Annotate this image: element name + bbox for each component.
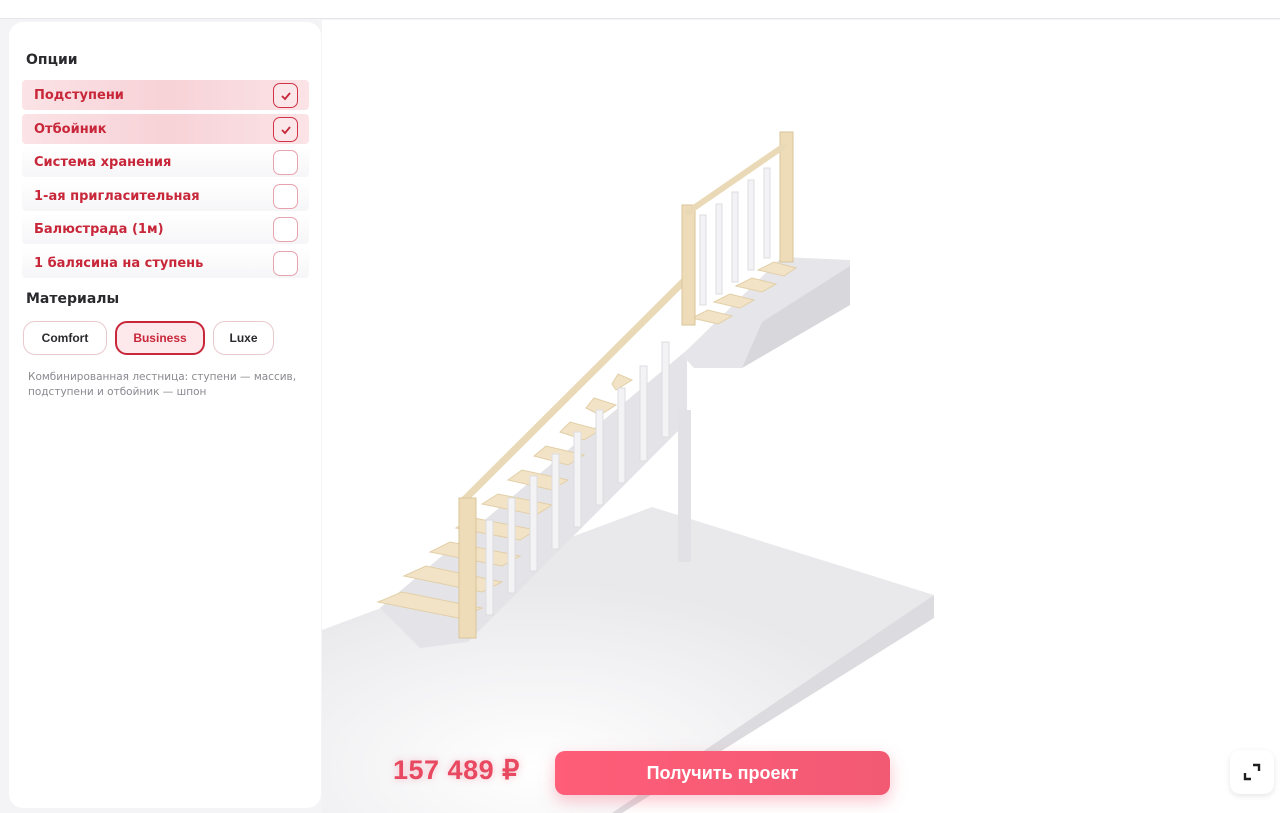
check-icon (280, 125, 291, 134)
staircase-render (322, 131, 934, 813)
staircase-3d-viewport[interactable] (322, 20, 1280, 813)
option-first-step[interactable]: 1-ая пригласительная (22, 181, 309, 211)
option-label: Подступени (34, 87, 124, 103)
material-comfort-button[interactable]: Comfort (23, 321, 107, 355)
option-checkbox[interactable] (273, 217, 298, 242)
option-storage-system[interactable]: Система хранения (22, 147, 309, 177)
option-checkbox[interactable] (273, 117, 298, 142)
material-description: Комбинированная лестница: ступени — масс… (28, 371, 297, 398)
materials-title: Материалы (26, 291, 120, 307)
option-label: Отбойник (34, 121, 107, 137)
option-label: 1 балясина на ступень (34, 255, 204, 271)
options-panel: Опции Подступени Отбойник Система хранен… (9, 22, 321, 808)
get-project-button[interactable]: Получить проект (555, 751, 890, 795)
fullscreen-button[interactable] (1230, 750, 1274, 794)
option-checkbox[interactable] (273, 251, 298, 276)
option-baluster-per-step[interactable]: 1 балясина на ступень (22, 248, 309, 278)
option-label: Система хранения (34, 154, 172, 170)
material-business-button[interactable]: Business (115, 321, 205, 355)
material-luxe-button[interactable]: Luxe (213, 321, 274, 355)
option-label: 1-ая пригласительная (34, 188, 200, 204)
top-bar (0, 0, 1280, 19)
option-checkbox[interactable] (273, 83, 298, 108)
option-checkbox[interactable] (273, 150, 298, 175)
options-title: Опции (26, 52, 78, 68)
logo (6, 0, 110, 6)
option-otboynik[interactable]: Отбойник (22, 114, 309, 144)
total-price: 157 489 ₽ (393, 755, 520, 785)
fullscreen-icon (1243, 763, 1261, 781)
option-checkbox[interactable] (273, 184, 298, 209)
option-podstupeni[interactable]: Подступени (22, 80, 309, 110)
option-balustrade[interactable]: Балюстрада (1м) (22, 214, 309, 244)
check-icon (280, 91, 291, 100)
option-label: Балюстрада (1м) (34, 221, 164, 237)
